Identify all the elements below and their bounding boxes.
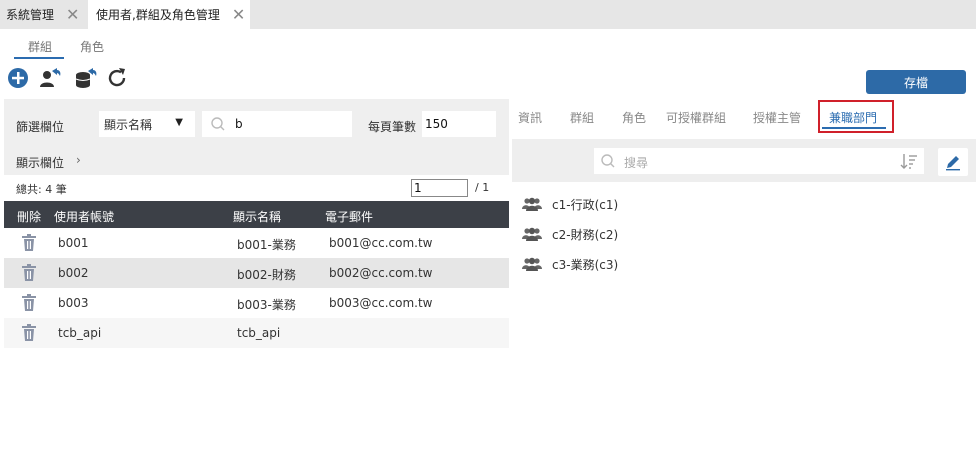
cell-email: b003@cc.com.tw [329, 296, 433, 310]
trash-icon[interactable] [21, 294, 37, 312]
department-label: c2-財務(c2) [552, 227, 619, 242]
trash-icon[interactable] [21, 234, 37, 252]
cell-display-name: tcb_api [237, 326, 281, 340]
cell-email: b002@cc.com.tw [329, 266, 433, 280]
show-columns-label[interactable]: 顯示欄位 [16, 154, 64, 171]
table-header: 刪除 使用者帳號 顯示名稱 電子郵件 [4, 201, 509, 228]
add-icon[interactable] [6, 66, 30, 90]
tab-info[interactable]: 資訊 [518, 109, 542, 126]
close-icon[interactable]: ✕ [66, 6, 79, 23]
refresh-icon[interactable] [105, 66, 129, 90]
table-row[interactable]: tcb_api tcb_api [4, 318, 509, 348]
list-item[interactable]: c2-財務(c2) [522, 224, 618, 244]
cell-display-name: b002-財務 [237, 268, 296, 282]
department-label: c1-行政(c1) [552, 197, 619, 212]
sort-icon[interactable] [900, 152, 918, 170]
trash-icon[interactable] [21, 264, 37, 282]
page-total: / 1 [475, 181, 490, 194]
highlight-box [818, 100, 894, 133]
table-row[interactable]: b002 b002-財務 b002@cc.com.tw [4, 258, 509, 288]
search-value: b [235, 117, 243, 131]
trash-icon[interactable] [21, 324, 37, 342]
col-delete[interactable]: 刪除 [17, 208, 41, 225]
subtab-roles[interactable]: 角色 [80, 38, 104, 55]
import-database-icon[interactable] [74, 66, 98, 90]
group-icon [522, 227, 542, 241]
tab-authorized-supervisors[interactable]: 授權主管 [753, 109, 801, 126]
save-button[interactable]: 存檔 [866, 70, 966, 94]
col-display-name[interactable]: 顯示名稱 [233, 208, 281, 225]
list-item[interactable]: c1-行政(c1) [522, 194, 618, 214]
tab-roles[interactable]: 角色 [622, 109, 646, 126]
filter-panel: 篩選欄位 顯示名稱 ▼ b 每頁筆數 150 顯示欄位 › [4, 99, 509, 175]
cell-display-name: b003-業務 [237, 298, 296, 312]
list-item[interactable]: c3-業務(c3) [522, 254, 618, 274]
caret-down-icon: ▼ [175, 117, 183, 128]
department-label: c3-業務(c3) [552, 257, 619, 272]
department-search-input[interactable]: 搜尋 [594, 148, 924, 174]
chevron-right-icon[interactable]: › [76, 153, 81, 167]
tab-user-group-role-admin[interactable]: 使用者,群組及角色管理 ✕ [88, 0, 250, 29]
subtab-groups[interactable]: 群組 [28, 38, 52, 55]
cell-account: b002 [58, 266, 89, 280]
cell-email: b001@cc.com.tw [329, 236, 433, 250]
subtab-active-indicator [14, 57, 64, 59]
table-row[interactable]: b001 b001-業務 b001@cc.com.tw [4, 228, 509, 258]
col-email[interactable]: 電子郵件 [325, 208, 373, 225]
total-count: 總共: 4 筆 [16, 183, 67, 196]
cell-account: b001 [58, 236, 89, 250]
table-row[interactable]: b003 b003-業務 b003@cc.com.tw [4, 288, 509, 318]
tab-label: 使用者,群組及角色管理 [96, 8, 220, 22]
close-icon[interactable]: ✕ [232, 6, 245, 23]
tab-label: 系統管理 [6, 8, 55, 22]
pencil-icon [946, 156, 960, 171]
page-size-input[interactable]: 150 [422, 111, 496, 137]
cell-account: b003 [58, 296, 89, 310]
filter-field-value: 顯示名稱 [104, 117, 153, 132]
search-icon [601, 154, 615, 168]
col-account[interactable]: 使用者帳號 [54, 208, 114, 225]
group-icon [522, 197, 542, 211]
filter-search-input[interactable]: b [202, 111, 352, 137]
edit-button[interactable] [938, 148, 968, 176]
tab-groups[interactable]: 群組 [570, 109, 594, 126]
tab-system-admin[interactable]: 系統管理 ✕ [6, 0, 79, 29]
filter-field-select[interactable]: 顯示名稱 ▼ [99, 111, 195, 137]
user-table: 刪除 使用者帳號 顯示名稱 電子郵件 b001 b001-業務 b001@cc.… [4, 201, 509, 348]
page-size-label: 每頁筆數 [368, 120, 417, 134]
cell-account: tcb_api [58, 326, 102, 340]
search-icon [211, 117, 225, 131]
cell-display-name: b001-業務 [237, 238, 296, 252]
filter-field-label: 篩選欄位 [16, 120, 65, 134]
tab-authorizable-groups[interactable]: 可授權群組 [666, 109, 726, 126]
department-search-bar: 搜尋 [512, 139, 976, 182]
import-user-icon[interactable] [38, 66, 62, 90]
page-number-input[interactable]: 1 [411, 179, 468, 197]
window-tab-bar: 系統管理 ✕ 使用者,群組及角色管理 ✕ [0, 0, 976, 29]
group-icon [522, 257, 542, 271]
search-placeholder: 搜尋 [624, 156, 649, 170]
